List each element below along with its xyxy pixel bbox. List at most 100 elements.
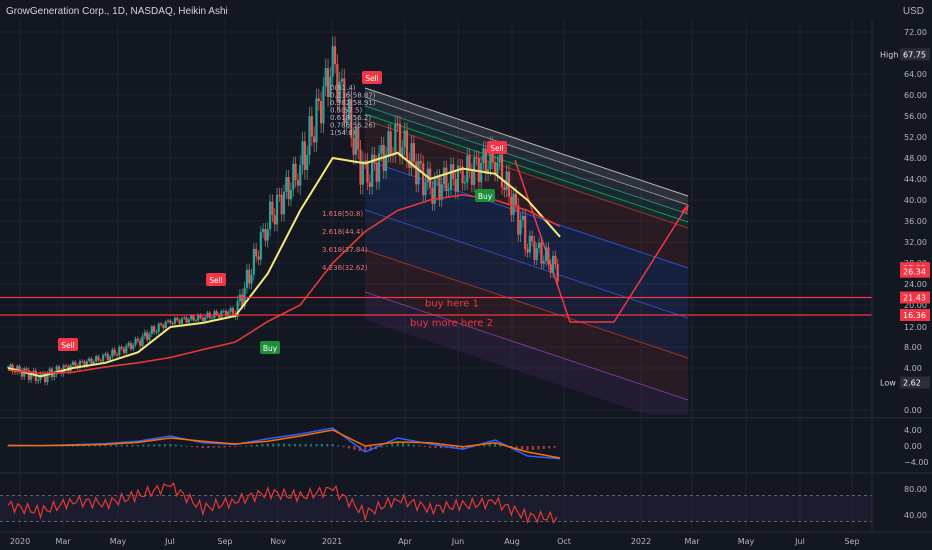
macd-tick-label: −4.00: [904, 458, 929, 467]
y-tick-label: 40.00: [904, 196, 927, 205]
macd-line: [7, 427, 561, 460]
candle-body: [141, 336, 144, 346]
candle-body: [287, 177, 290, 200]
macd-histogram-bar: [526, 446, 529, 451]
candle-body: [463, 182, 467, 184]
candle-body: [484, 148, 487, 175]
macd-histogram-bar: [548, 446, 551, 449]
buy-label-text: Buy: [263, 344, 278, 353]
macd-histogram-bar: [131, 444, 134, 447]
y-tick-label: 44.00: [904, 175, 927, 184]
macd-histogram-bar: [185, 445, 188, 447]
candle-body: [396, 123, 399, 125]
candle-body: [547, 247, 550, 265]
candle-body: [371, 154, 374, 187]
candle-body: [326, 68, 330, 98]
candle-body: [166, 320, 170, 322]
x-tick-label: Sep: [844, 537, 859, 546]
candle-body: [389, 131, 392, 155]
candle-body: [447, 189, 450, 191]
candle-body: [90, 358, 93, 364]
candle-body: [250, 274, 253, 284]
candle-body: [368, 182, 371, 187]
macd-histogram-bar: [272, 443, 275, 447]
candle-body: [146, 332, 149, 340]
x-tick-label: May: [738, 537, 755, 546]
candle-body: [317, 98, 320, 102]
candle-body: [88, 358, 91, 362]
rsi-tick-label: 40.00: [904, 511, 927, 520]
candle-body: [503, 187, 506, 190]
fib-label: 4.236(32.62): [322, 264, 368, 272]
candle-body: [419, 161, 422, 164]
chart-canvas[interactable]: buy here 1buy more here 2 0(61.4)0.236(5…: [0, 0, 932, 550]
candle-body: [187, 319, 191, 323]
macd-histogram-bar: [245, 445, 248, 447]
candle-body: [445, 167, 448, 191]
candle-body: [320, 101, 323, 124]
candle-body: [285, 177, 288, 192]
x-tick-label: May: [110, 537, 127, 546]
x-tick-label: Jul: [794, 537, 805, 546]
x-tick-label: Nov: [270, 537, 286, 546]
sell-label-text: Sell: [61, 341, 75, 350]
candle-body: [340, 78, 344, 82]
candle-body: [538, 242, 541, 248]
candle-body: [136, 338, 139, 341]
candle-body: [162, 325, 165, 328]
macd-histogram-bar: [234, 446, 237, 447]
candle-body: [222, 310, 225, 312]
candle-body: [108, 356, 112, 360]
candle-body: [387, 131, 390, 155]
macd-histogram-bar: [158, 444, 161, 447]
candle-body: [315, 98, 318, 143]
macd-histogram-bar: [288, 443, 291, 447]
macd-panel: 4.00 0.00 −4.00: [0, 417, 932, 467]
candle-body: [375, 163, 378, 182]
candle-body: [303, 141, 306, 170]
macd-histogram-bar: [391, 443, 394, 447]
macd-histogram-bar: [207, 446, 210, 448]
macd-histogram-bar: [180, 445, 183, 447]
macd-histogram-bar: [326, 444, 329, 447]
x-tick-label: Jun: [451, 537, 465, 546]
candle-body: [153, 326, 156, 333]
candle-body: [111, 349, 114, 357]
candle-body: [361, 160, 364, 185]
candle-body: [157, 323, 160, 332]
candle-body: [143, 332, 146, 337]
macd-histogram-bar: [104, 445, 107, 447]
candle-body: [394, 123, 397, 155]
candle-body: [229, 307, 232, 312]
macd-histogram-bar: [169, 444, 172, 447]
candle-body: [53, 374, 56, 378]
price-tag-value: 67.75: [903, 50, 926, 59]
macd-histogram-bar: [315, 444, 318, 447]
candle-body: [204, 317, 207, 321]
macd-histogram-bar: [320, 444, 323, 447]
macd-histogram-bar: [304, 444, 307, 447]
candle-body: [540, 242, 543, 264]
candle-body: [275, 194, 279, 225]
candle-body: [252, 248, 255, 275]
candle-body: [176, 317, 179, 321]
x-tick-label: 2021: [322, 537, 342, 546]
macd-histogram-bar: [223, 446, 226, 448]
candle-body: [412, 143, 415, 162]
macd-histogram-bar: [126, 444, 129, 447]
x-tick-label: Sep: [217, 537, 232, 546]
candle-body: [554, 255, 557, 265]
fib-label: 1.618(50.8): [322, 210, 363, 218]
candle-body: [271, 201, 274, 216]
y-tick-label: 36.00: [904, 217, 927, 226]
candle-body: [352, 137, 355, 155]
candle-body: [127, 343, 130, 346]
macd-histogram-bar: [293, 443, 296, 447]
candle-body: [380, 145, 383, 154]
candle-body: [259, 232, 262, 260]
candle-body: [97, 356, 100, 361]
candle-body: [542, 261, 545, 264]
candle-body: [192, 315, 195, 321]
candle-body: [101, 355, 105, 362]
macd-histogram-bar: [201, 446, 204, 449]
